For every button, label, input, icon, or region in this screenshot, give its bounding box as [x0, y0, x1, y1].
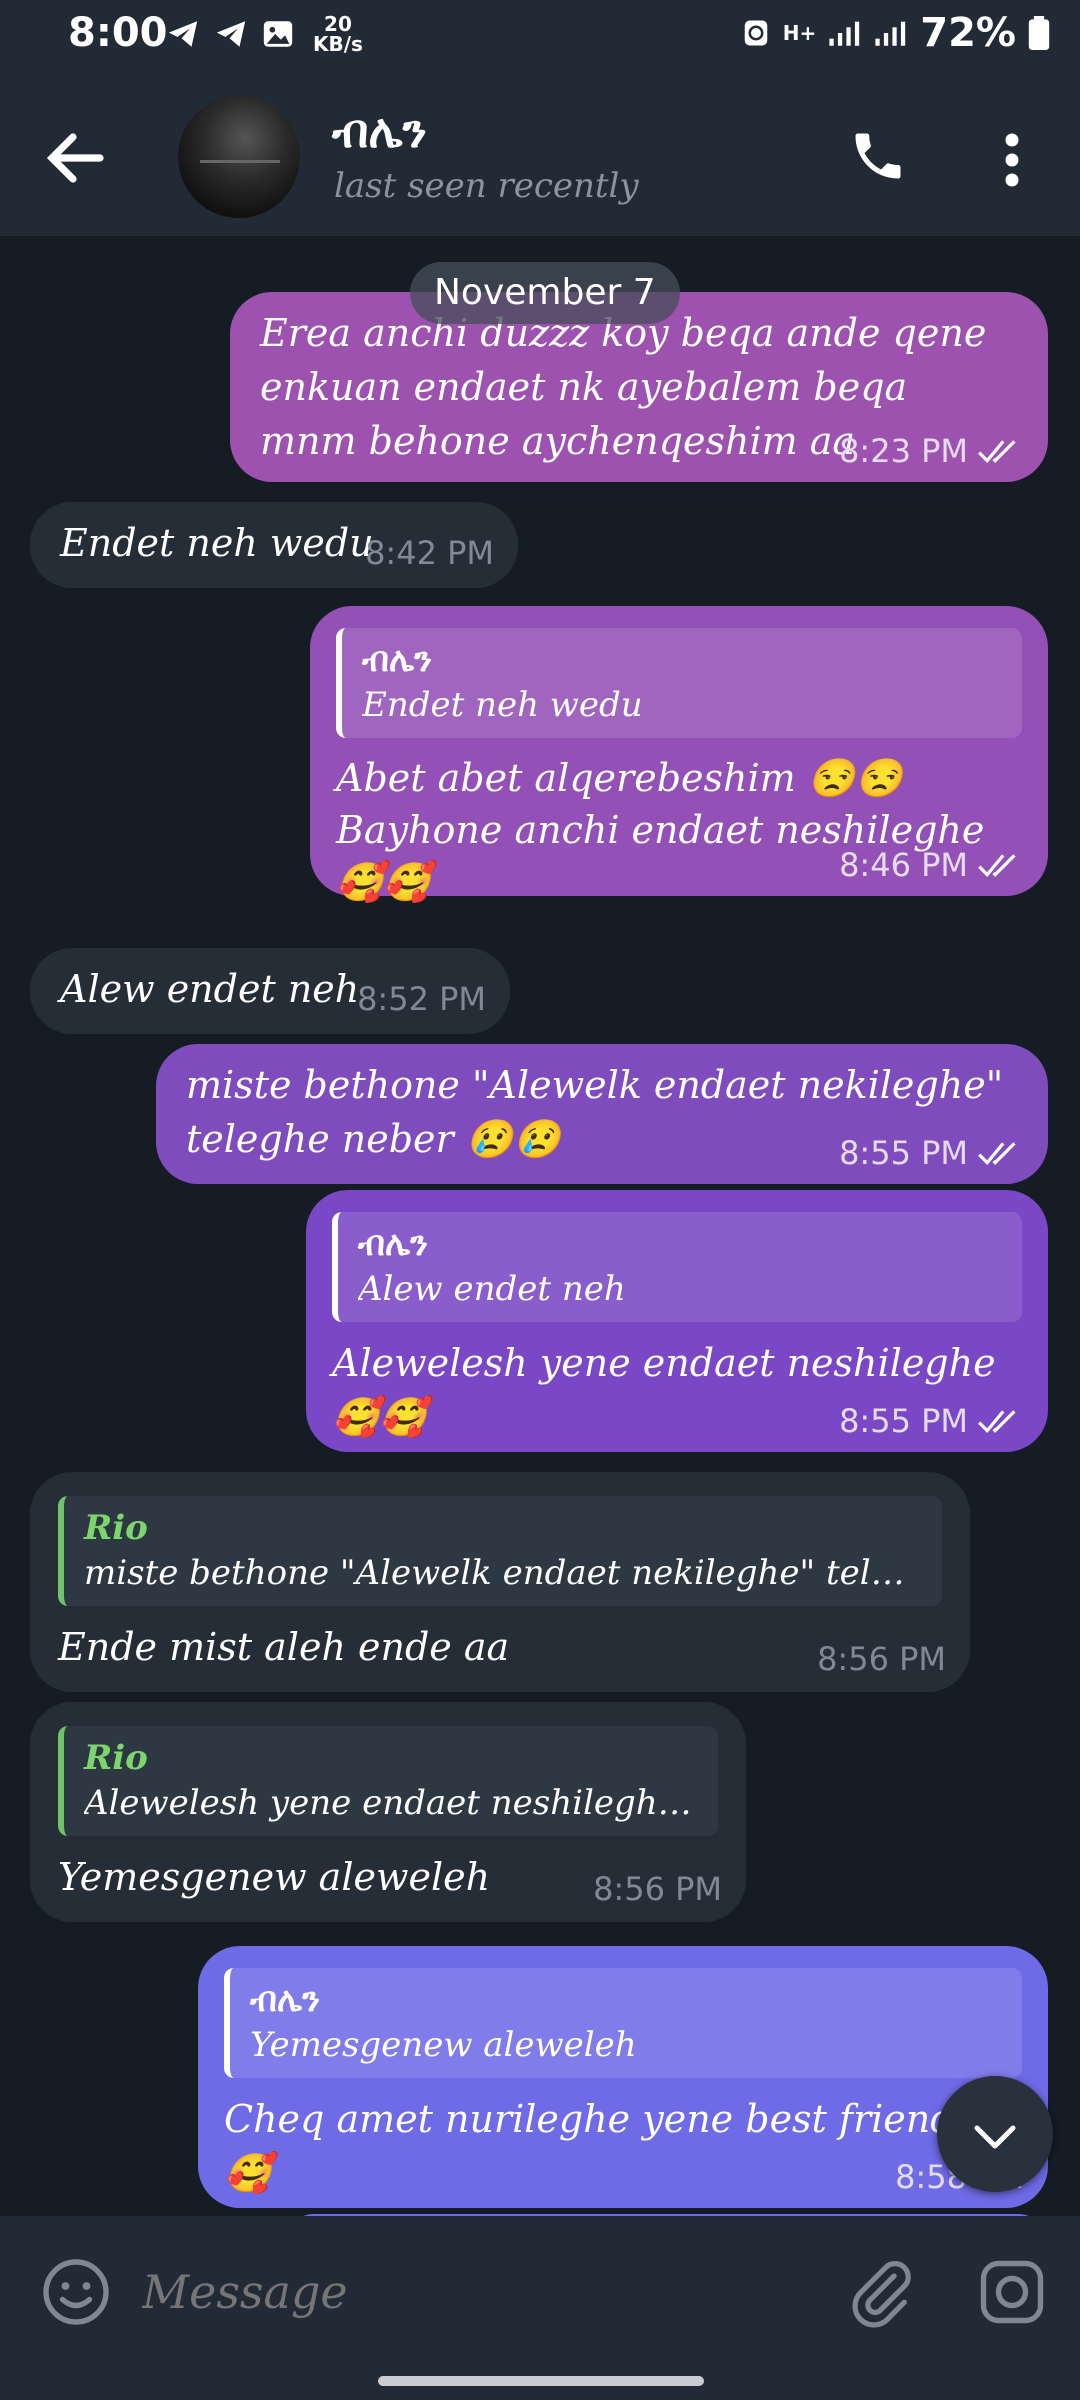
- double-check-icon: [978, 1410, 1016, 1433]
- double-check-icon: [978, 440, 1016, 463]
- reply-text: Yemesgenew aleweleh: [250, 2025, 637, 2065]
- navigation-bar: [0, 2366, 1080, 2400]
- message-bubble-outgoing[interactable]: miste bethone "Alewelk endaet nekileghe"…: [156, 1044, 1048, 1184]
- status-bar: 8:00 20 KB/s H+ 72%: [0, 0, 1080, 80]
- message-bubble-outgoing[interactable]: ብሌን Yemesgenew aleweleh Cheq amet nurile…: [198, 1946, 1048, 2208]
- net-speed: 20 KB/s: [313, 12, 363, 56]
- message-bubble-outgoing[interactable]: ብሌን Endet neh wedu Abet abet alqerebeshi…: [310, 606, 1048, 904]
- telegram-icon: [216, 21, 246, 47]
- message-bubble-outgoing[interactable]: ብሌን Alew endet neh Alewelesh yene endaet…: [306, 1190, 1048, 1452]
- system-icons: H+ 72%: [741, 10, 1050, 56]
- reply-sender: Rio: [84, 1738, 148, 1778]
- message-time: 8:46 PM: [839, 846, 968, 884]
- message-composer: [0, 2216, 1080, 2366]
- message-time: 8:56 PM: [817, 1640, 946, 1678]
- gesture-handle[interactable]: [378, 2376, 704, 2386]
- network-type: H+: [782, 21, 817, 45]
- message-time: 8:55 PM: [839, 1402, 968, 1440]
- telegram-icon: [168, 21, 198, 47]
- reply-text: miste bethone "Alewelk endaet nekileghe"…: [84, 1553, 922, 1593]
- message-time: 8:52 PM: [357, 980, 486, 1018]
- reply-text: Alew endet neh: [358, 1269, 626, 1309]
- reply-text: Endet neh wedu: [362, 685, 643, 725]
- reply-sender: ብሌን: [250, 1980, 321, 2020]
- scroll-down-button[interactable]: [937, 2076, 1053, 2192]
- message-time: 8:55 PM: [839, 1134, 968, 1172]
- date-divider: November 7: [410, 262, 680, 324]
- contact-name[interactable]: ብሌን: [332, 104, 427, 160]
- message-bubble-incoming[interactable]: Rio miste bethone "Alewelk endaet nekile…: [30, 1472, 970, 1692]
- signal-icon: [829, 21, 860, 46]
- chat-area[interactable]: Erea anchi duzzz koy beqa ande qene enku…: [0, 236, 1080, 2216]
- reply-preview[interactable]: Rio miste bethone "Alewelk endaet nekile…: [58, 1496, 942, 1606]
- reply-sender: Rio: [84, 1508, 148, 1548]
- reply-sender: ብሌን: [358, 1224, 429, 1264]
- battery-icon: [1028, 16, 1050, 50]
- back-arrow-icon[interactable]: [40, 122, 112, 194]
- message-time: 8:56 PM: [593, 1870, 722, 1908]
- signal-icon: [875, 21, 906, 46]
- reply-preview[interactable]: ብሌን Endet neh wedu: [336, 628, 1022, 738]
- message-bubble-incoming[interactable]: Rio Alewelesh yene endaet neshileghe 🥰🥰 …: [30, 1702, 746, 1922]
- notification-icons: 20 KB/s: [165, 14, 363, 54]
- message-time: 8:42 PM: [365, 534, 494, 572]
- avatar[interactable]: [178, 96, 300, 218]
- reply-preview[interactable]: ብሌን Yemesgenew aleweleh: [224, 1968, 1022, 2078]
- status-time: 8:00: [68, 10, 168, 56]
- message-time: 8:23 PM: [839, 432, 968, 470]
- message-bubble-incoming[interactable]: Alew endet neh 8:52 PM: [30, 948, 510, 1034]
- more-vert-icon[interactable]: [992, 130, 1032, 190]
- double-check-icon: [978, 1142, 1016, 1165]
- reply-text: Alewelesh yene endaet neshileghe 🥰🥰: [84, 1783, 698, 1823]
- battery-level: 72%: [920, 10, 1016, 56]
- recycle-icon: [744, 20, 767, 46]
- emoji-icon[interactable]: [40, 2256, 112, 2328]
- paperclip-icon[interactable]: [846, 2256, 916, 2328]
- chevron-down-icon: [974, 2125, 1016, 2149]
- gallery-icon: [263, 21, 293, 47]
- camera-icon[interactable]: [976, 2256, 1048, 2328]
- chat-header: ብሌን last seen recently: [0, 80, 1080, 236]
- reply-preview[interactable]: ብሌን Alew endet neh: [332, 1212, 1022, 1322]
- reply-preview[interactable]: Rio Alewelesh yene endaet neshileghe 🥰🥰: [58, 1726, 718, 1836]
- message-input[interactable]: [140, 2252, 794, 2332]
- phone-icon[interactable]: [848, 126, 908, 186]
- reply-sender: ብሌን: [362, 640, 433, 680]
- contact-status: last seen recently: [334, 166, 639, 206]
- message-bubble-incoming[interactable]: Endet neh wedu 8:42 PM: [30, 502, 518, 588]
- double-check-icon: [978, 854, 1016, 877]
